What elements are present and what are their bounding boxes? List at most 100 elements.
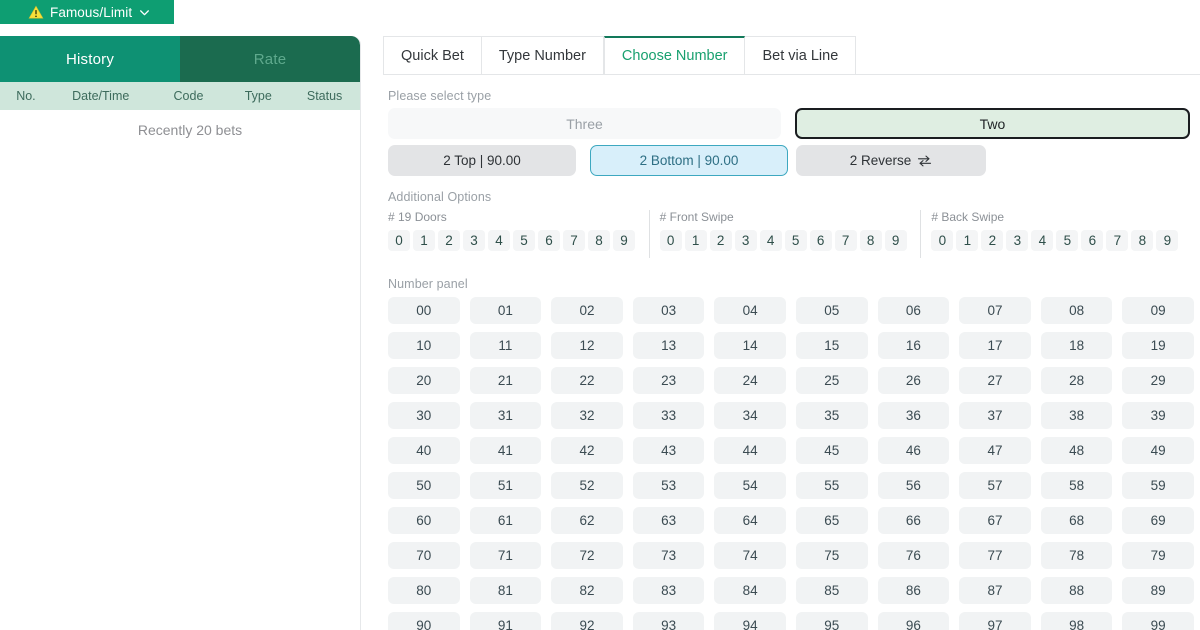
number-cell[interactable]: 11 xyxy=(469,332,542,359)
number-cell[interactable]: 96 xyxy=(877,612,950,630)
tab-choose-number[interactable]: Choose Number xyxy=(603,36,746,74)
number-cell[interactable]: 36 xyxy=(877,402,950,429)
number-cell[interactable]: 88 xyxy=(1040,577,1113,604)
number-cell[interactable]: 54 xyxy=(714,472,786,499)
digit-19doors-6[interactable]: 6 xyxy=(538,230,560,251)
number-cell[interactable]: 72 xyxy=(551,542,623,569)
number-cell[interactable]: 13 xyxy=(632,332,705,359)
number-cell[interactable]: 81 xyxy=(469,577,542,604)
number-cell[interactable]: 95 xyxy=(795,612,868,630)
number-cell[interactable]: 60 xyxy=(388,507,460,534)
chevron-down-icon[interactable] xyxy=(138,6,151,19)
digit-frontswipe-8[interactable]: 8 xyxy=(859,230,882,251)
number-cell[interactable]: 44 xyxy=(714,437,786,464)
number-cell[interactable]: 68 xyxy=(1040,507,1113,534)
famous-limit-bar[interactable]: Famous/Limit xyxy=(0,0,174,24)
number-cell[interactable]: 90 xyxy=(388,612,460,630)
digit-frontswipe-2[interactable]: 2 xyxy=(709,230,732,251)
number-cell[interactable]: 98 xyxy=(1040,612,1113,630)
number-cell[interactable]: 35 xyxy=(795,402,868,429)
digit-frontswipe-1[interactable]: 1 xyxy=(684,230,707,251)
number-cell[interactable]: 55 xyxy=(795,472,868,499)
number-cell[interactable]: 12 xyxy=(551,332,623,359)
number-cell[interactable]: 61 xyxy=(469,507,542,534)
number-cell[interactable]: 57 xyxy=(959,472,1031,499)
number-cell[interactable]: 84 xyxy=(714,577,786,604)
number-cell[interactable]: 47 xyxy=(959,437,1031,464)
number-cell[interactable]: 09 xyxy=(1122,297,1194,324)
digit-19doors-2[interactable]: 2 xyxy=(438,230,460,251)
tab-bet-via-line[interactable]: Bet via Line xyxy=(745,36,857,74)
digit-backswipe-0[interactable]: 0 xyxy=(931,230,954,251)
number-cell[interactable]: 94 xyxy=(714,612,786,630)
digit-backswipe-4[interactable]: 4 xyxy=(1031,230,1054,251)
number-cell[interactable]: 77 xyxy=(959,542,1031,569)
number-cell[interactable]: 19 xyxy=(1122,332,1194,359)
digit-backswipe-1[interactable]: 1 xyxy=(956,230,979,251)
number-cell[interactable]: 65 xyxy=(795,507,868,534)
number-cell[interactable]: 64 xyxy=(714,507,786,534)
digit-frontswipe-0[interactable]: 0 xyxy=(659,230,682,251)
number-cell[interactable]: 33 xyxy=(632,402,705,429)
number-cell[interactable]: 14 xyxy=(714,332,786,359)
number-cell[interactable]: 37 xyxy=(959,402,1031,429)
digit-19doors-0[interactable]: 0 xyxy=(388,230,410,251)
digit-backswipe-3[interactable]: 3 xyxy=(1006,230,1029,251)
number-cell[interactable]: 06 xyxy=(877,297,950,324)
type-option-three[interactable]: Three xyxy=(388,108,781,139)
number-cell[interactable]: 29 xyxy=(1122,367,1194,394)
number-cell[interactable]: 03 xyxy=(632,297,705,324)
number-cell[interactable]: 24 xyxy=(714,367,786,394)
number-cell[interactable]: 73 xyxy=(632,542,705,569)
number-cell[interactable]: 08 xyxy=(1040,297,1113,324)
digit-19doors-3[interactable]: 3 xyxy=(463,230,485,251)
digit-19doors-8[interactable]: 8 xyxy=(588,230,610,251)
number-cell[interactable]: 91 xyxy=(469,612,542,630)
number-cell[interactable]: 23 xyxy=(632,367,705,394)
digit-frontswipe-7[interactable]: 7 xyxy=(834,230,857,251)
number-cell[interactable]: 48 xyxy=(1040,437,1113,464)
number-cell[interactable]: 34 xyxy=(714,402,786,429)
number-cell[interactable]: 62 xyxy=(551,507,623,534)
number-cell[interactable]: 69 xyxy=(1122,507,1194,534)
number-cell[interactable]: 50 xyxy=(388,472,460,499)
number-cell[interactable]: 97 xyxy=(959,612,1031,630)
number-cell[interactable]: 07 xyxy=(959,297,1031,324)
type-option-two[interactable]: Two xyxy=(795,108,1190,139)
number-cell[interactable]: 87 xyxy=(959,577,1031,604)
digit-19doors-9[interactable]: 9 xyxy=(613,230,635,251)
digit-frontswipe-5[interactable]: 5 xyxy=(784,230,807,251)
number-cell[interactable]: 45 xyxy=(795,437,868,464)
number-cell[interactable]: 52 xyxy=(551,472,623,499)
number-cell[interactable]: 16 xyxy=(877,332,950,359)
number-cell[interactable]: 18 xyxy=(1040,332,1113,359)
number-cell[interactable]: 28 xyxy=(1040,367,1113,394)
tab-type-number[interactable]: Type Number xyxy=(481,36,604,74)
number-cell[interactable]: 76 xyxy=(877,542,950,569)
number-cell[interactable]: 79 xyxy=(1122,542,1194,569)
digit-backswipe-9[interactable]: 9 xyxy=(1156,230,1179,251)
number-cell[interactable]: 42 xyxy=(551,437,623,464)
tab-rate[interactable]: Rate xyxy=(180,36,360,82)
number-cell[interactable]: 05 xyxy=(795,297,868,324)
number-cell[interactable]: 04 xyxy=(714,297,786,324)
number-cell[interactable]: 51 xyxy=(469,472,542,499)
number-cell[interactable]: 53 xyxy=(632,472,705,499)
number-cell[interactable]: 39 xyxy=(1122,402,1194,429)
number-cell[interactable]: 71 xyxy=(469,542,542,569)
number-cell[interactable]: 86 xyxy=(877,577,950,604)
number-cell[interactable]: 92 xyxy=(551,612,623,630)
number-cell[interactable]: 27 xyxy=(959,367,1031,394)
digit-frontswipe-9[interactable]: 9 xyxy=(884,230,907,251)
digit-19doors-4[interactable]: 4 xyxy=(488,230,510,251)
number-cell[interactable]: 75 xyxy=(795,542,868,569)
number-cell[interactable]: 46 xyxy=(877,437,950,464)
number-cell[interactable]: 00 xyxy=(388,297,460,324)
sub-option-2-bottom[interactable]: 2 Bottom | 90.00 xyxy=(590,145,788,176)
number-cell[interactable]: 74 xyxy=(714,542,786,569)
digit-19doors-5[interactable]: 5 xyxy=(513,230,535,251)
number-cell[interactable]: 32 xyxy=(551,402,623,429)
number-cell[interactable]: 78 xyxy=(1040,542,1113,569)
sub-option-2-reverse[interactable]: 2 Reverse xyxy=(796,145,986,176)
tab-history[interactable]: History xyxy=(0,36,180,82)
